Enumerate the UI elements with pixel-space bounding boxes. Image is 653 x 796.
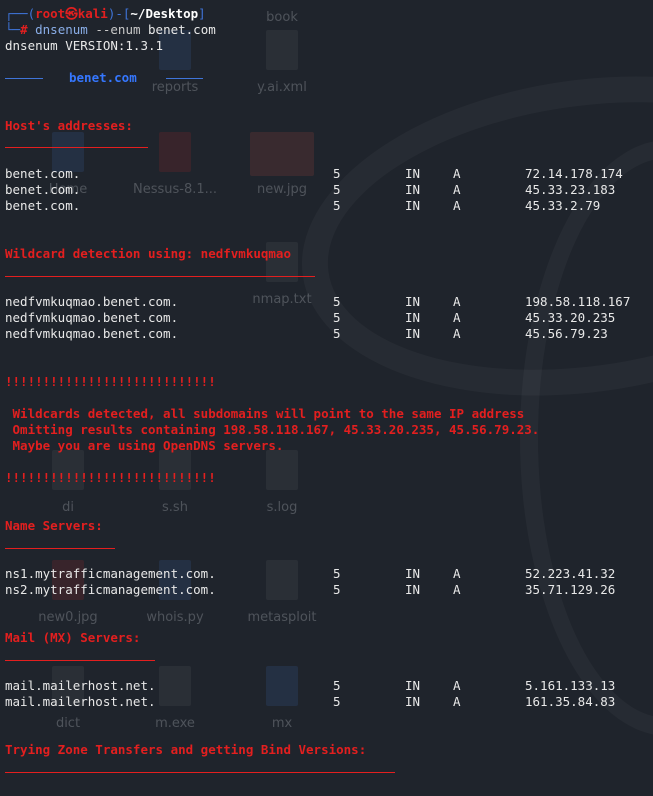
record-type: A xyxy=(453,326,461,341)
nameservers-heading: Name Servers: xyxy=(5,518,103,533)
record-row: mail.mailerhost.net. 5 IN A 5.161.133.13 xyxy=(0,678,653,694)
zone-underline xyxy=(5,772,395,773)
command-target: benet.com xyxy=(148,22,216,37)
record-name: ns2.mytrafficmanagement.com. xyxy=(5,582,216,597)
record-name: ns1.mytrafficmanagement.com. xyxy=(5,566,216,581)
record-name: nedfvmkuqmao.benet.com. xyxy=(5,294,179,309)
record-ip: 35.71.129.26 xyxy=(525,582,616,597)
record-ttl: 5 xyxy=(333,678,341,693)
record-row: benet.com. 5 IN A 72.14.178.174 xyxy=(0,166,653,182)
record-class: IN xyxy=(405,166,421,181)
record-class: IN xyxy=(405,310,421,325)
record-type: A xyxy=(453,678,461,693)
wildcard-warning-3: Maybe you are using OpenDNS servers. xyxy=(5,438,284,453)
command-name: dnsenum xyxy=(35,22,88,37)
wildcard-underline xyxy=(5,276,315,277)
record-ip: 72.14.178.174 xyxy=(525,166,623,181)
record-type: A xyxy=(453,166,461,181)
bang-line-top: !!!!!!!!!!!!!!!!!!!!!!!!!!!! xyxy=(5,374,216,389)
record-ttl: 5 xyxy=(333,694,341,709)
banner-rule-right xyxy=(166,78,203,79)
record-class: IN xyxy=(405,294,421,309)
record-type: A xyxy=(453,198,461,213)
record-name: mail.mailerhost.net. xyxy=(5,678,156,693)
record-ttl: 5 xyxy=(333,582,341,597)
record-class: IN xyxy=(405,582,421,597)
record-ip: 45.33.20.235 xyxy=(525,310,616,325)
record-ip: 161.35.84.83 xyxy=(525,694,616,709)
record-class: IN xyxy=(405,678,421,693)
record-type: A xyxy=(453,182,461,197)
record-class: IN xyxy=(405,694,421,709)
record-row: nedfvmkuqmao.benet.com. 5 IN A 45.33.20.235 xyxy=(0,310,653,326)
record-row: ns1.mytrafficmanagement.com. 5 IN A 52.223.4… xyxy=(0,566,653,582)
mx-underline xyxy=(5,660,155,661)
record-row: benet.com. 5 IN A 45.33.2.79 xyxy=(0,198,653,214)
bang-line-bottom: !!!!!!!!!!!!!!!!!!!!!!!!!!!! xyxy=(5,470,216,485)
record-ip: 45.56.79.23 xyxy=(525,326,608,341)
record-ttl: 5 xyxy=(333,182,341,197)
record-name: nedfvmkuqmao.benet.com. xyxy=(5,326,179,341)
record-ip: 198.58.118.167 xyxy=(525,294,631,309)
record-row: nedfvmkuqmao.benet.com. 5 IN A 45.56.79.23 xyxy=(0,326,653,342)
version-line: dnsenum VERSION:1.3.1 xyxy=(5,38,164,53)
prompt-user: root㉿kali xyxy=(35,6,108,21)
hosts-heading: Host's addresses: xyxy=(5,118,133,133)
wildcard-warning-2: Omitting results containing 198.58.118.1… xyxy=(5,422,540,437)
mx-heading: Mail (MX) Servers: xyxy=(5,630,141,645)
record-class: IN xyxy=(405,182,421,197)
nameservers-underline xyxy=(5,548,115,549)
record-row: nedfvmkuqmao.benet.com. 5 IN A 198.58.118.16… xyxy=(0,294,653,310)
hosts-underline xyxy=(5,147,148,148)
record-type: A xyxy=(453,294,461,309)
record-class: IN xyxy=(405,198,421,213)
banner-title: benet.com xyxy=(69,70,137,85)
wildcard-warning-1: Wildcards detected, all subdomains will … xyxy=(5,406,525,421)
command-line[interactable]: └─# dnsenum --enum benet.com xyxy=(5,22,216,38)
record-class: IN xyxy=(405,326,421,341)
record-row: mail.mailerhost.net. 5 IN A 161.35.84.83 xyxy=(0,694,653,710)
record-class: IN xyxy=(405,566,421,581)
record-row: ns2.mytrafficmanagement.com. 5 IN A 35.71.12… xyxy=(0,582,653,598)
record-ttl: 5 xyxy=(333,198,341,213)
record-row: benet.com. 5 IN A 45.33.23.183 xyxy=(0,182,653,198)
record-name: benet.com. xyxy=(5,166,81,181)
prompt-path: ~/Desktop xyxy=(130,6,199,21)
terminal-output: ┌──(root㉿kali)-[~/Desktop] └─# dnsenum -… xyxy=(0,0,653,796)
record-ttl: 5 xyxy=(333,566,341,581)
record-type: A xyxy=(453,582,461,597)
record-ip: 45.33.2.79 xyxy=(525,198,601,213)
record-ttl: 5 xyxy=(333,310,341,325)
record-type: A xyxy=(453,694,461,709)
prompt-line: ┌──(root㉿kali)-[~/Desktop] xyxy=(5,6,206,21)
record-type: A xyxy=(453,566,461,581)
record-ttl: 5 xyxy=(333,294,341,309)
zone-heading: Trying Zone Transfers and getting Bind V… xyxy=(5,742,367,757)
banner-rule-left xyxy=(5,78,43,79)
record-ttl: 5 xyxy=(333,166,341,181)
record-name: mail.mailerhost.net. xyxy=(5,694,156,709)
record-name: nedfvmkuqmao.benet.com. xyxy=(5,310,179,325)
wildcard-heading: Wildcard detection using: nedfvmkuqmao xyxy=(5,246,291,261)
command-option: --enum xyxy=(95,22,141,37)
record-type: A xyxy=(453,310,461,325)
record-ip: 5.161.133.13 xyxy=(525,678,616,693)
record-ip: 52.223.41.32 xyxy=(525,566,616,581)
record-name: benet.com. xyxy=(5,198,81,213)
record-ttl: 5 xyxy=(333,326,341,341)
record-ip: 45.33.23.183 xyxy=(525,182,616,197)
record-name: benet.com. xyxy=(5,182,81,197)
